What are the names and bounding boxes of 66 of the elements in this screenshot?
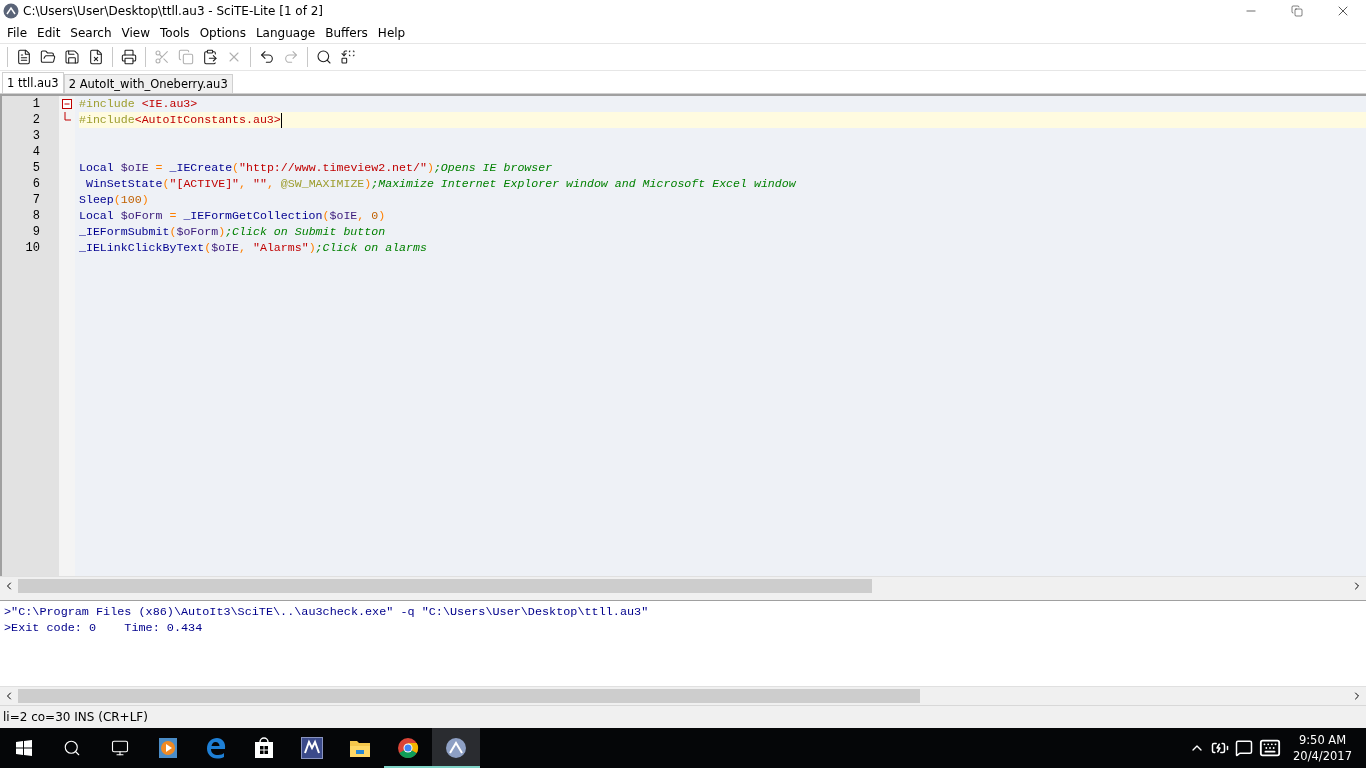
scrollbar-thumb[interactable] — [18, 689, 920, 703]
undo-icon — [259, 49, 275, 65]
output-line: >Exit code: 0 Time: 0.434 — [4, 620, 204, 636]
replace-icon — [340, 49, 356, 65]
notification-icon[interactable] — [1235, 739, 1254, 757]
code-line: Local $oIE = _IECreate("http://www.timeview2.net/");Opens IE browser — [79, 160, 553, 176]
app-logo-icon — [3, 3, 19, 19]
window-title: C:\Users\User\Desktop\ttll.au3 - SciTE-Lite [1 of 2] — [23, 4, 325, 18]
edge-icon — [205, 737, 227, 759]
code-line: _IELinkClickByText($oIE, "Alarms");Click on alarms — [79, 240, 427, 256]
menu-item[interactable]: Buffers — [320, 22, 373, 43]
printer-icon — [121, 49, 137, 65]
restore-icon — [1291, 5, 1303, 17]
menu-item[interactable]: View — [116, 22, 156, 43]
code-line: #include <IE.au3> — [79, 96, 198, 112]
line-number: 10 — [24, 240, 40, 256]
copy-icon — [178, 49, 194, 65]
menu-item[interactable]: Edit — [32, 22, 66, 43]
search-icon — [63, 739, 81, 757]
scrollbar-thumb[interactable] — [18, 579, 872, 593]
line-number: 7 — [31, 192, 40, 208]
status-text: li=2 co=30 INS (CR+LF) — [3, 710, 148, 724]
search-icon — [316, 49, 332, 65]
clock-date[interactable]: 20/4/2017 — [1293, 748, 1352, 764]
scissors-icon — [154, 49, 170, 65]
clipboard-icon — [202, 49, 218, 65]
task-view-icon — [111, 739, 129, 757]
file-tab[interactable]: 2 AutoIt_with_Oneberry.au3 — [63, 74, 233, 93]
store-bag-icon — [254, 737, 274, 759]
code-line: #include<AutoItConstants.au3> — [79, 112, 281, 128]
taskbar-app-button[interactable] — [432, 728, 480, 768]
save-icon — [64, 49, 80, 65]
line-number: 6 — [31, 176, 40, 192]
line-number: 2 — [31, 112, 40, 128]
line-number: 8 — [31, 208, 40, 224]
keyboard-icon[interactable] — [1259, 737, 1282, 759]
clock-time[interactable]: 9:50 AM — [1298, 732, 1347, 748]
new-file-icon — [16, 49, 32, 65]
logo-icon — [301, 737, 323, 759]
line-number: 5 — [31, 160, 40, 176]
folder-icon — [40, 49, 56, 65]
line-number: 1 — [31, 96, 40, 112]
media-player-icon — [158, 737, 178, 759]
line-number: 3 — [31, 128, 40, 144]
menu-item[interactable]: File — [2, 22, 33, 43]
line-number: 9 — [31, 224, 40, 240]
autoit-logo-icon — [445, 737, 467, 759]
line-number: 4 — [31, 144, 40, 160]
output-line: >"C:\Program Files (x86)\AutoIt3\SciTE\..\au3check.exe" -q "C:\Users\User\Desktop\ttll.au3" — [4, 604, 650, 620]
file-tab[interactable]: 1 ttll.au3 — [2, 72, 64, 93]
code-line: Local $oForm = _IEFormGetCollection($oIE, 0) — [79, 208, 386, 224]
folder-icon — [349, 738, 371, 758]
text-caret — [280, 112, 282, 128]
code-line: Sleep(100) — [79, 192, 149, 208]
chrome-icon — [397, 737, 419, 759]
menu-item[interactable]: Language — [250, 22, 321, 43]
code-line: WinSetState("[ACTIVE]", "", @SW_MAXIMIZE);Maximize Internet Explorer window and Microsoft Excel window — [84, 176, 796, 192]
code-line: _IEFormSubmit($oForm);Click on Submit button — [79, 224, 386, 240]
menu-item[interactable]: Tools — [155, 22, 195, 43]
redo-icon — [283, 49, 299, 65]
fold-minus-icon[interactable] — [62, 99, 72, 109]
windows-logo-icon — [16, 740, 32, 756]
menu-item[interactable]: Options — [194, 22, 251, 43]
close-file-icon — [88, 49, 104, 65]
menu-item[interactable]: Help — [372, 22, 411, 43]
menu-item[interactable]: Search — [65, 22, 117, 43]
